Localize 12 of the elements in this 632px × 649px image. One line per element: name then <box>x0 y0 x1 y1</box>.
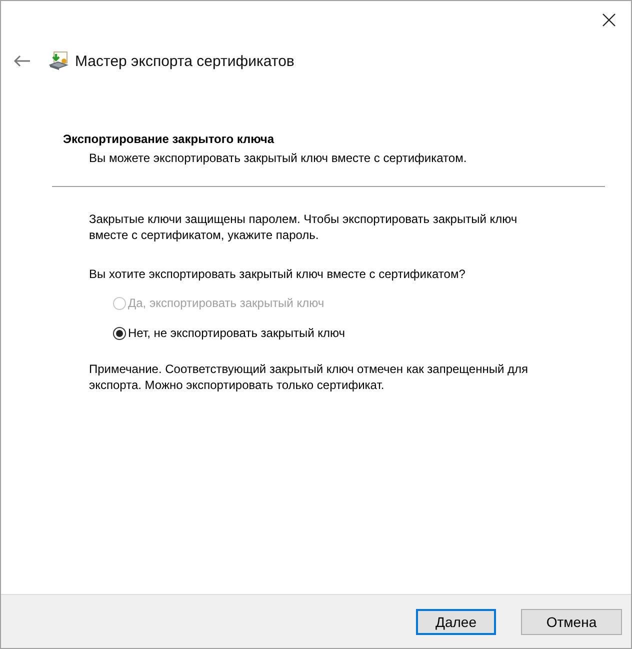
dialog-button[interactable]: Далее <box>416 608 496 634</box>
close-icon <box>602 13 616 27</box>
intro-text: Закрытые ключи защищены паролем. Чтобы экспортировать закрытый ключ вместе с сертификатом, укажите пароль. <box>89 211 518 243</box>
section-subtitle: Вы можете экспортировать закрытый ключ вместе с сертификатом. <box>89 151 468 165</box>
window-title: Мастер экспорта сертификатов <box>75 52 294 70</box>
question-text: Вы хотите экспортировать закрытый ключ вместе с сертификатом? <box>89 266 466 282</box>
certificate-export-icon <box>49 51 69 71</box>
section-heading: Экспортирование закрытого ключа <box>63 132 276 146</box>
note-text: Примечание. Соответствующий закрытый ключ отмечен как запрещенный для экспорта. Можно экспортировать только сертификат. <box>89 361 530 393</box>
back-arrow-icon <box>13 55 31 67</box>
radio-option[interactable]: Нет, не экспортировать закрытый ключ <box>113 324 631 342</box>
dialog-button[interactable]: Отмена <box>521 608 622 634</box>
